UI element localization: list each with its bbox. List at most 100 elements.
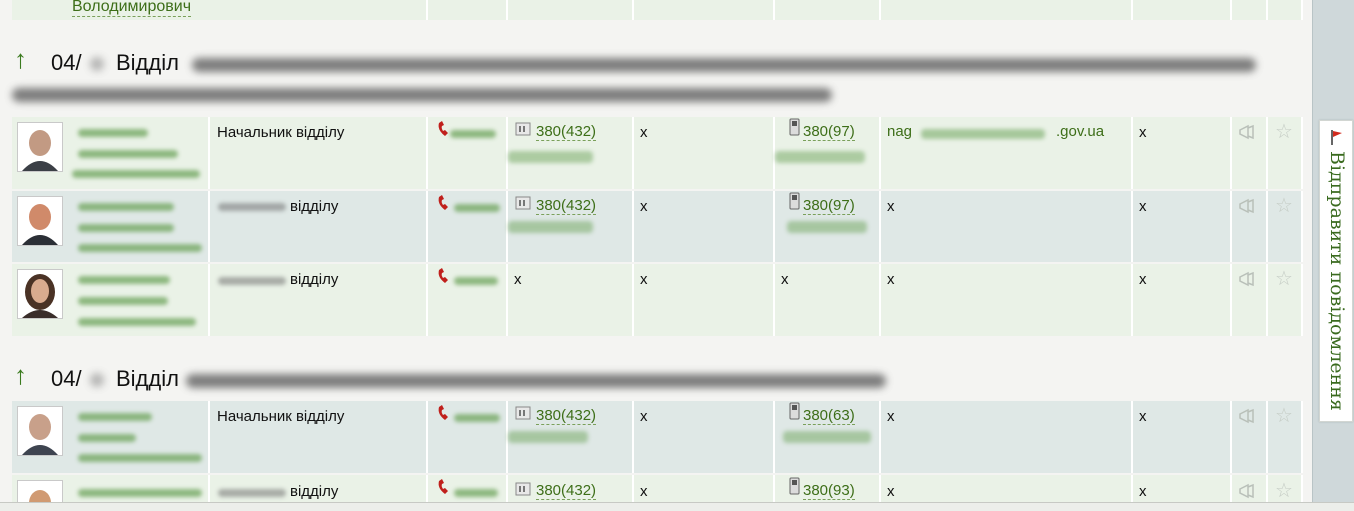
empty-value: x <box>887 483 895 500</box>
fax-icon <box>515 122 531 136</box>
redacted-name[interactable] <box>78 434 136 442</box>
extra-cell: x <box>1133 191 1232 262</box>
empty-value: x <box>640 483 648 500</box>
avatar[interactable] <box>17 196 63 246</box>
table-row: відділу 380(432) x 380(93) x x ☆ <box>12 475 1303 502</box>
favorite-cell <box>1268 0 1303 20</box>
extra-cell <box>1133 0 1232 20</box>
star-icon[interactable]: ☆ <box>1275 266 1293 291</box>
fax-number-link[interactable]: 380(432) <box>536 407 597 425</box>
name-cell <box>12 264 210 336</box>
redacted-name[interactable] <box>72 170 200 178</box>
fax-number-link[interactable]: 380(432) <box>536 482 597 500</box>
send-message-label: Відправити повідомлення <box>1326 151 1348 411</box>
star-icon[interactable]: ☆ <box>1275 403 1293 428</box>
name-cell <box>12 191 210 262</box>
megaphone-icon[interactable] <box>1238 123 1256 141</box>
mobile-cell: 380(93) <box>775 475 881 502</box>
redacted-text <box>90 373 104 387</box>
extra-cell: x <box>1133 475 1232 502</box>
position-text: Начальник відділу <box>217 124 345 141</box>
fax-icon <box>515 482 531 496</box>
redacted-name[interactable] <box>78 297 168 305</box>
email-domain[interactable]: .gov.ua <box>1056 123 1104 140</box>
star-icon[interactable]: ☆ <box>1275 193 1293 218</box>
mobile-number-link[interactable]: 380(97) <box>803 123 855 141</box>
favorite-cell: ☆ <box>1268 475 1303 502</box>
email-link[interactable]: nag <box>887 123 912 140</box>
redacted-phone[interactable] <box>454 277 498 285</box>
phone-cell <box>428 264 508 336</box>
table-row: Начальник відділу 380(432) x 380(63) x x <box>12 401 1303 473</box>
fax2-cell: x <box>634 475 775 502</box>
extra-cell: x <box>1133 117 1232 189</box>
avatar[interactable] <box>17 269 63 319</box>
avatar[interactable] <box>17 480 63 502</box>
avatar[interactable] <box>17 406 63 456</box>
fax-number-link[interactable]: 380(432) <box>536 197 597 215</box>
redacted-name[interactable] <box>78 224 174 232</box>
position-text: відділу <box>290 483 339 500</box>
phone-icon <box>438 268 448 283</box>
redacted-name[interactable] <box>78 489 202 497</box>
redacted-email[interactable] <box>921 129 1045 139</box>
empty-value: x <box>514 271 522 288</box>
empty-value: x <box>887 408 895 425</box>
phone-icon <box>438 405 448 420</box>
megaphone-icon[interactable] <box>1238 482 1256 500</box>
redacted-name[interactable] <box>78 129 148 137</box>
announce-cell <box>1232 401 1268 473</box>
mobile-number-link[interactable]: 380(63) <box>803 407 855 425</box>
email-cell: x <box>881 475 1133 502</box>
email-cell <box>881 0 1133 20</box>
empty-value: x <box>1139 124 1147 141</box>
redacted-text <box>787 221 867 233</box>
redacted-name[interactable] <box>78 203 174 211</box>
position-cell: відділу <box>210 191 428 262</box>
up-arrow-icon[interactable]: ↑ <box>14 44 27 75</box>
fax-cell: 380(432) <box>508 191 634 262</box>
mobile-number-link[interactable]: 380(97) <box>803 197 855 215</box>
favorite-cell: ☆ <box>1268 117 1303 189</box>
redacted-name[interactable] <box>78 150 178 158</box>
empty-value: x <box>781 271 789 288</box>
star-icon[interactable]: ☆ <box>1275 119 1293 144</box>
redacted-name[interactable] <box>78 276 170 284</box>
position-text: Начальник відділу <box>217 408 345 425</box>
redacted-phone[interactable] <box>454 414 500 422</box>
table-row: Володимирович <box>12 0 1303 20</box>
redacted-phone[interactable] <box>454 204 500 212</box>
redacted-name[interactable] <box>78 413 152 421</box>
redacted-phone[interactable] <box>454 489 498 497</box>
redacted-name[interactable] <box>78 454 202 462</box>
phone-icon <box>438 479 448 494</box>
empty-value: x <box>1139 271 1147 288</box>
megaphone-icon[interactable] <box>1238 197 1256 215</box>
fax-number-link[interactable]: 380(432) <box>536 123 597 141</box>
group-title: Відділ <box>116 366 179 391</box>
redacted-phone[interactable] <box>450 130 496 138</box>
position-text: відділу <box>290 271 339 288</box>
empty-value: x <box>887 198 895 215</box>
redacted-name[interactable] <box>78 244 202 252</box>
redacted-text <box>192 58 1256 72</box>
announce-cell <box>1232 117 1268 189</box>
mobile-phone-icon <box>789 477 800 495</box>
avatar[interactable] <box>17 122 63 172</box>
announce-cell <box>1232 264 1268 336</box>
megaphone-icon[interactable] <box>1238 407 1256 425</box>
redacted-name[interactable] <box>78 318 196 326</box>
employee-name-link[interactable]: Володимирович <box>72 0 192 17</box>
mobile-number-link[interactable]: 380(93) <box>803 482 855 500</box>
star-icon[interactable]: ☆ <box>1275 478 1293 502</box>
email-cell: nag .gov.ua <box>881 117 1133 189</box>
up-arrow-icon[interactable]: ↑ <box>14 360 27 391</box>
megaphone-icon[interactable] <box>1238 270 1256 288</box>
mobile-phone-icon <box>789 402 800 420</box>
empty-value: x <box>1139 198 1147 215</box>
send-message-tab[interactable]: Відправити повідомлення <box>1319 120 1353 422</box>
table-row: Начальник відділу 380(432) x 380(97) nag… <box>12 117 1303 189</box>
extra-cell: x <box>1133 401 1232 473</box>
position-cell: відділу <box>210 475 428 502</box>
mobile-cell: 380(63) <box>775 401 881 473</box>
